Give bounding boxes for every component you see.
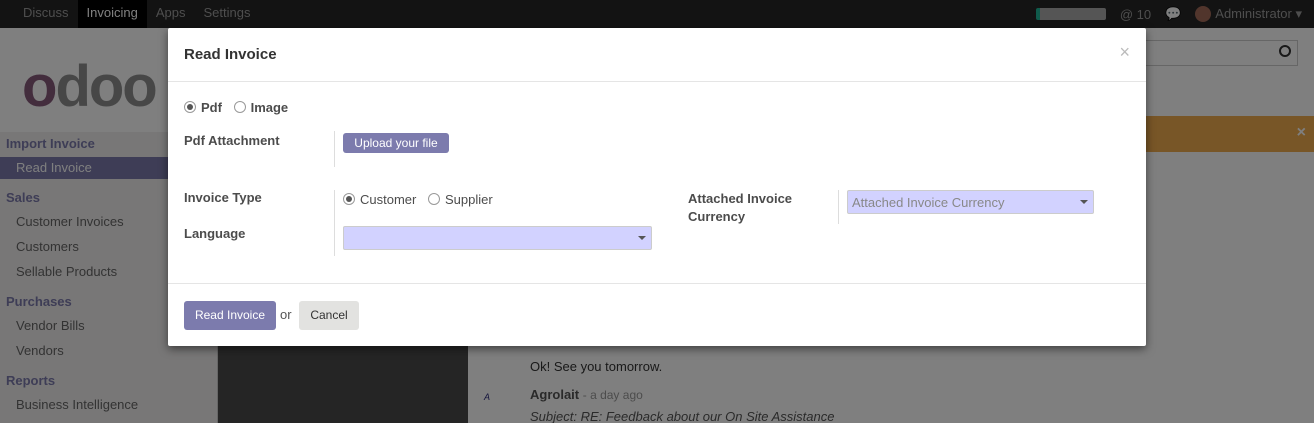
- radio-label: Customer: [360, 192, 417, 207]
- field-separator: [334, 131, 335, 167]
- radio-label: Supplier: [444, 192, 493, 207]
- cancel-button[interactable]: Cancel: [299, 301, 359, 330]
- invoice-type-radio-group: Customer Supplier: [343, 192, 493, 207]
- modal-header: Read Invoice ×: [168, 28, 1146, 82]
- close-icon[interactable]: ×: [1119, 42, 1130, 63]
- modal-footer: Read Invoice or Cancel: [168, 283, 1146, 346]
- currency-label-line1: Attached Invoice: [688, 191, 793, 206]
- radio-customer[interactable]: [343, 193, 355, 205]
- modal-title: Read Invoice: [184, 46, 277, 63]
- source-image-option[interactable]: Image: [233, 100, 289, 115]
- radio-pdf[interactable]: [184, 101, 196, 113]
- language-label: Language: [184, 226, 246, 241]
- upload-file-button[interactable]: Upload your file: [343, 133, 449, 153]
- chevron-down-icon: [638, 236, 646, 240]
- read-invoice-button[interactable]: Read Invoice: [184, 301, 276, 330]
- radio-image[interactable]: [233, 101, 246, 113]
- source-pdf-option[interactable]: Pdf: [184, 100, 222, 115]
- or-text: or: [280, 307, 292, 322]
- pdf-attachment-label: Pdf Attachment: [184, 133, 280, 148]
- field-separator: [334, 190, 335, 256]
- field-separator: [838, 190, 839, 224]
- radio-label: Pdf: [201, 100, 222, 115]
- currency-placeholder: Attached Invoice Currency: [852, 195, 1005, 210]
- invoice-type-label: Invoice Type: [184, 190, 262, 205]
- radio-label: Image: [250, 100, 289, 115]
- language-select[interactable]: [343, 226, 652, 250]
- chevron-down-icon: [1080, 200, 1088, 204]
- source-radio-group: Pdf Image: [184, 100, 288, 115]
- read-invoice-dialog: Read Invoice × Pdf Image Pdf Attachment …: [168, 28, 1146, 346]
- currency-select[interactable]: Attached Invoice Currency: [847, 190, 1094, 214]
- invoice-type-customer[interactable]: Customer: [343, 192, 416, 207]
- currency-label-line2: Currency: [688, 209, 746, 224]
- invoice-type-supplier[interactable]: Supplier: [427, 192, 493, 207]
- modal-body: Pdf Image Pdf Attachment Upload your fil…: [168, 82, 1146, 284]
- currency-label: Attached Invoice Currency: [688, 190, 792, 226]
- radio-supplier[interactable]: [427, 193, 440, 205]
